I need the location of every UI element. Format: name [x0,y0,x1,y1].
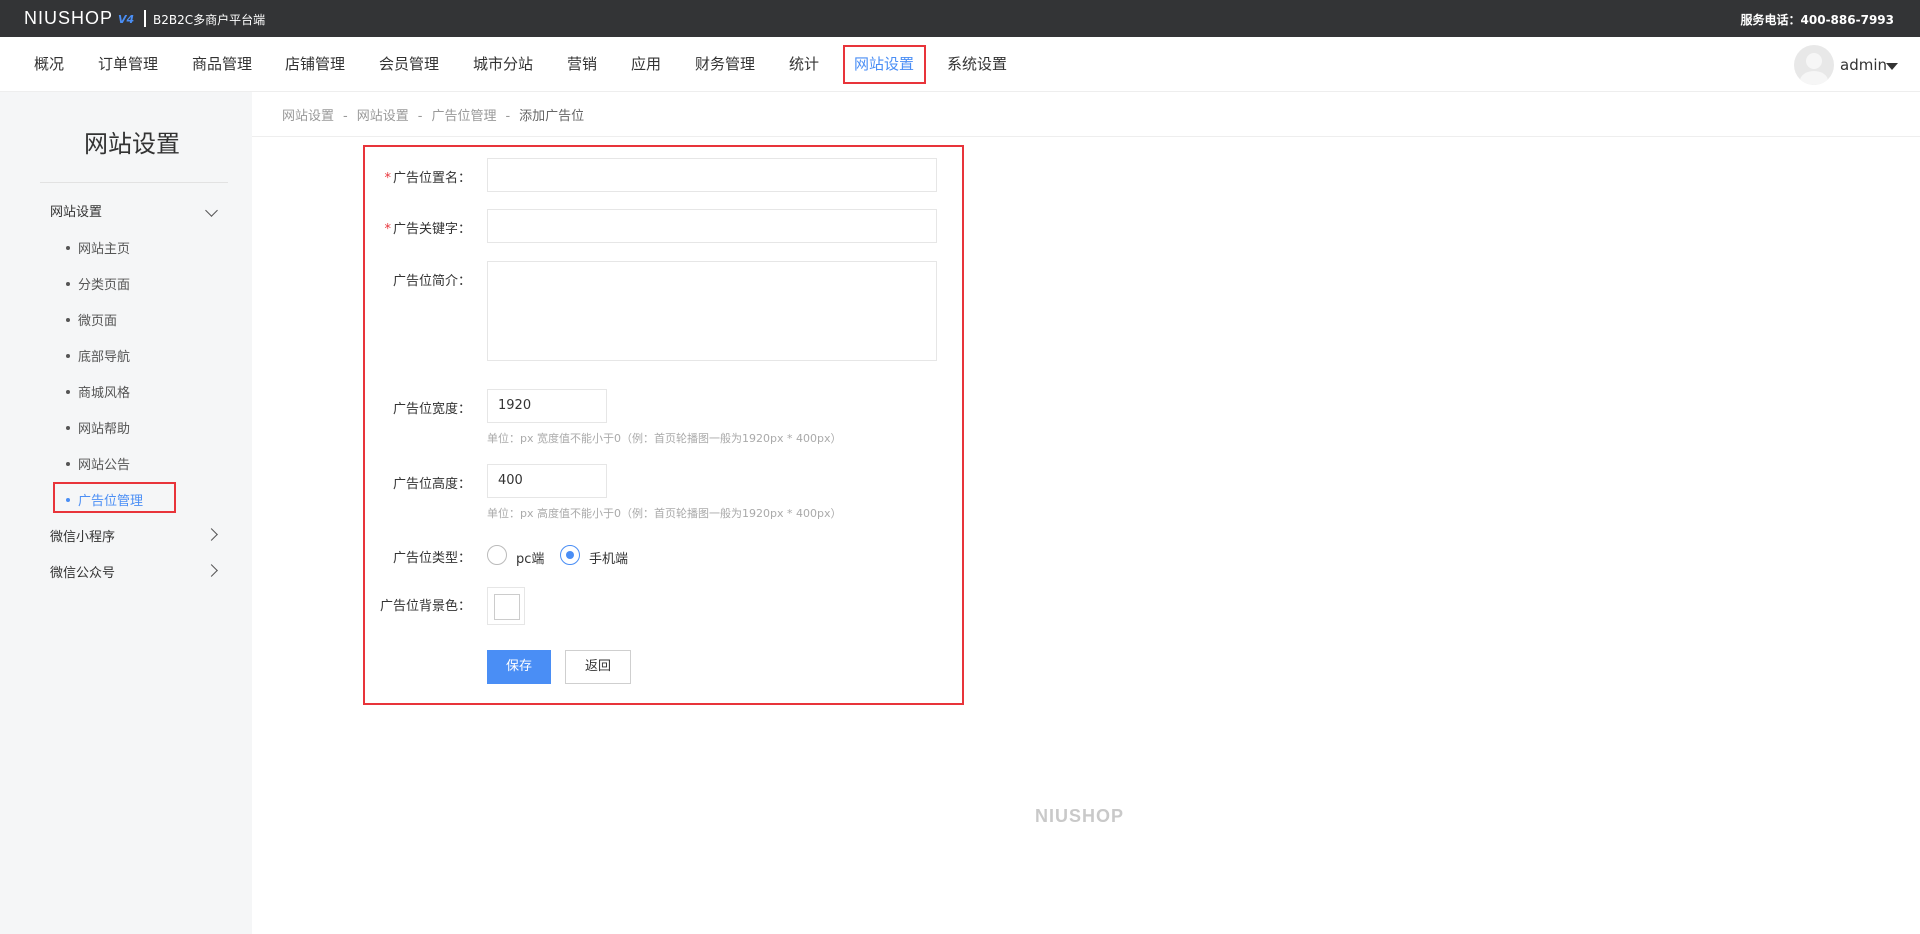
height-hint: 单位：px 高度值不能小于0（例：首页轮播图一般为1920px * 400px） [487,507,842,520]
ad-keyword-input[interactable] [487,209,937,243]
logo[interactable]: NIUSHOP [24,8,113,29]
type-label: 广告位类型： [392,551,471,566]
sidebar-item-notice[interactable]: 网站公告 [66,454,130,473]
nav-overview[interactable]: 概况 [34,37,64,92]
breadcrumb-divider [252,136,1920,137]
breadcrumb-separator: - [505,109,511,124]
sidebar-item-bottom-nav[interactable]: 底部导航 [66,346,130,365]
chevron-right-icon[interactable] [205,528,218,541]
bullet-icon [66,425,70,430]
ad-width-input[interactable]: 1920 [487,389,607,423]
chevron-right-icon[interactable] [205,564,218,577]
top-bar: NIUSHOP V4 B2B2C多商户平台端 服务电话：400-886-7993 [0,0,1920,37]
required-mark: * [384,222,391,237]
nav-goods[interactable]: 商品管理 [192,37,252,92]
chevron-down-icon[interactable] [205,204,218,217]
breadcrumb-item[interactable]: 网站设置 [357,109,409,124]
sidebar-item-label: 微页面 [78,314,118,329]
keyword-label: * 广告关键字： [384,218,471,237]
platform-name: B2B2C多商户平台端 [153,13,266,27]
sidebar-item-homepage[interactable]: 网站主页 [66,238,130,257]
bullet-icon [66,389,70,394]
breadcrumb-item[interactable]: 广告位管理 [431,109,496,124]
breadcrumb-separator: - [343,109,348,124]
breadcrumb-current: 添加广告位 [519,109,585,124]
sidebar-item-label: 网站主页 [78,242,131,257]
nav-finance[interactable]: 财务管理 [695,37,755,92]
breadcrumb-item[interactable]: 网站设置 [282,109,334,124]
sidebar-item-label: 网站公告 [78,458,131,473]
nav-city-sites[interactable]: 城市分站 [473,37,533,92]
name-label: * 广告位置名： [384,167,471,186]
intro-label: 广告位简介： [392,274,471,289]
sidebar-group-official-account[interactable]: 微信公众号 [50,562,115,581]
bgcolor-label: 广告位背景色： [379,599,471,614]
radio-mobile[interactable] [560,545,580,565]
main-nav: 概况 订单管理 商品管理 店铺管理 会员管理 城市分站 营销 应用 财务管理 统… [0,37,1920,92]
sidebar-divider [40,182,228,183]
nav-shops[interactable]: 店铺管理 [285,37,345,92]
username: admin [1840,56,1887,74]
required-mark: * [384,171,391,186]
sidebar-item-micro-page[interactable]: 微页面 [66,310,117,329]
logo-separator [144,10,146,27]
footer-logo: NIUSHOP [1035,806,1125,826]
caret-down-icon [1886,63,1898,70]
keyword-label-text: 广告关键字： [392,222,471,237]
bullet-icon [66,317,70,322]
sidebar-item-help[interactable]: 网站帮助 [66,418,130,437]
nav-system-settings[interactable]: 系统设置 [947,37,1007,92]
sidebar-title: 网站设置 [84,130,180,158]
radio-pc-label[interactable]: pc端 [516,548,544,567]
highlight-box-nav [843,45,926,84]
nav-apps[interactable]: 应用 [631,37,661,92]
sidebar-group-website[interactable]: 网站设置 [50,201,102,220]
nav-marketing[interactable]: 营销 [567,37,597,92]
sidebar: 网站设置 网站设置 网站主页 分类页面 微页面 底部导航 商城风格 网站帮助 网… [0,92,252,934]
highlight-box-sidebar [53,482,176,513]
avatar [1794,45,1834,85]
nav-statistics[interactable]: 统计 [789,37,819,92]
nav-members[interactable]: 会员管理 [379,37,439,92]
sidebar-group-mini-program[interactable]: 微信小程序 [50,526,115,545]
sidebar-item-mall-style[interactable]: 商城风格 [66,382,130,401]
breadcrumb-separator: - [417,109,423,124]
ad-form: * 广告位置名： * 广告关键字： 广告位简介： 广告位宽度： 1920 单位：px… [363,145,964,705]
sidebar-item-label: 商城风格 [78,386,131,401]
name-label-text: 广告位置名： [392,171,471,186]
color-picker[interactable] [487,587,525,625]
ad-height-input[interactable]: 400 [487,464,607,498]
sidebar-item-label: 分类页面 [78,278,131,293]
service-hotline: 服务电话：400-886-7993 [1740,13,1894,27]
width-hint: 单位：px 宽度值不能小于0（例：首页轮播图一般为1920px * 400px） [487,432,842,445]
logo-version: V4 [118,13,135,26]
save-button[interactable]: 保存 [487,650,551,684]
back-button[interactable]: 返回 [565,650,631,684]
bullet-icon [66,245,70,250]
radio-pc[interactable] [487,545,507,565]
bullet-icon [66,281,70,286]
sidebar-item-label: 网站帮助 [78,422,131,437]
ad-intro-textarea[interactable] [487,261,937,361]
sidebar-item-category[interactable]: 分类页面 [66,274,130,293]
height-label: 广告位高度： [392,477,471,492]
bullet-icon [66,461,70,466]
width-label: 广告位宽度： [392,402,471,417]
bullet-icon [66,353,70,358]
sidebar-item-label: 底部导航 [78,350,131,365]
ad-name-input[interactable] [487,158,937,192]
radio-mobile-label[interactable]: 手机端 [589,548,628,567]
breadcrumb: 网站设置 - 网站设置 - 广告位管理 - 添加广告位 [282,105,584,124]
nav-orders[interactable]: 订单管理 [98,37,158,92]
